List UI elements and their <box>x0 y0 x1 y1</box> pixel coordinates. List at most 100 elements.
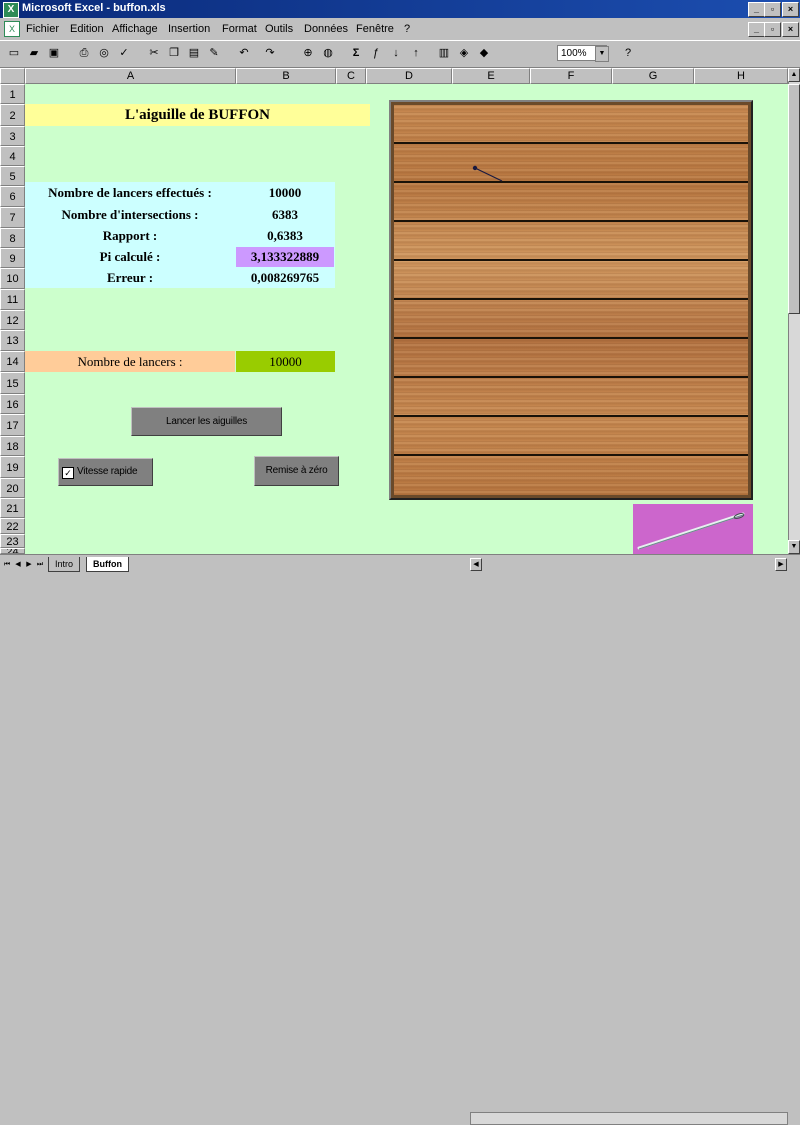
horizontal-scrollbar[interactable] <box>470 1112 788 1125</box>
row-header-16[interactable]: 16 <box>0 394 25 414</box>
launch-needles-button[interactable]: Lancer les aiguilles <box>131 407 282 436</box>
column-header-c[interactable]: C <box>336 68 366 84</box>
column-header-g[interactable]: G <box>612 68 694 84</box>
format-painter-icon[interactable]: ✎ <box>206 45 222 61</box>
scroll-down-icon[interactable]: ▼ <box>788 540 800 554</box>
stat-value-throws[interactable]: 10000 <box>235 185 335 201</box>
row-header-12[interactable]: 12 <box>0 310 25 330</box>
next-sheet-icon[interactable]: ▶ <box>24 559 34 571</box>
map-icon[interactable]: ◈ <box>456 45 472 61</box>
print-icon[interactable]: ⎙ <box>76 45 92 61</box>
tab-intro[interactable]: Intro <box>48 557 81 572</box>
scroll-left-icon[interactable]: ◀ <box>470 558 482 571</box>
column-header-e[interactable]: E <box>452 68 530 84</box>
row-header-15[interactable]: 15 <box>0 372 25 394</box>
vertical-scroll-thumb[interactable] <box>788 84 800 314</box>
row-header-11[interactable]: 11 <box>0 289 25 310</box>
doc-restore-button[interactable]: ▫ <box>764 22 781 37</box>
minimize-button[interactable]: _ <box>748 2 765 17</box>
save-icon[interactable]: ▣ <box>46 45 62 61</box>
print-preview-icon[interactable]: ◎ <box>96 45 112 61</box>
select-all-corner[interactable] <box>0 68 25 84</box>
row-header-8[interactable]: 8 <box>0 228 25 248</box>
row-header-23[interactable]: 23 <box>0 534 25 548</box>
column-header-h[interactable]: H <box>694 68 788 84</box>
column-header-d[interactable]: D <box>366 68 452 84</box>
scroll-right-icon[interactable]: ▶ <box>775 558 787 571</box>
row-header-7[interactable]: 7 <box>0 207 25 228</box>
reset-button[interactable]: Remise à zéro <box>254 456 339 486</box>
stat-label-error: Erreur : <box>106 270 154 285</box>
menu-insertion[interactable]: Insertion <box>168 23 210 35</box>
column-header-b[interactable]: B <box>236 68 336 84</box>
excel-window: X Microsoft Excel - buffon.xls _ ▫ × X F… <box>0 0 800 1125</box>
drawing-icon[interactable]: ◆ <box>476 45 492 61</box>
stat-value-error[interactable]: 0,008269765 <box>235 270 335 286</box>
row-header-6[interactable]: 6 <box>0 186 25 207</box>
checkbox-check-icon[interactable]: ✓ <box>62 467 74 479</box>
row-header-10[interactable]: 10 <box>0 268 25 289</box>
chart-wizard-icon[interactable]: ▥ <box>436 45 452 61</box>
row-header-19[interactable]: 19 <box>0 456 25 478</box>
hyperlink-icon[interactable]: ⊕ <box>300 45 316 61</box>
stat-label-ratio: Rapport : <box>102 228 158 243</box>
menu-affichage[interactable]: Affichage <box>112 23 158 35</box>
paste-icon[interactable]: ▤ <box>186 45 202 61</box>
open-icon[interactable]: ▰ <box>26 45 42 61</box>
tab-buffon[interactable]: Buffon <box>86 557 129 572</box>
menu-donnees[interactable]: Données <box>304 23 348 35</box>
close-button[interactable]: × <box>782 2 799 17</box>
menu-edition[interactable]: Edition <box>70 23 104 35</box>
help-icon[interactable]: ? <box>620 45 636 61</box>
document-icon[interactable]: X <box>4 21 20 37</box>
stat-value-ratio[interactable]: 0,6383 <box>235 228 335 244</box>
autosum-icon[interactable]: Σ <box>348 45 364 61</box>
chevron-down-icon[interactable]: ▼ <box>595 46 609 62</box>
throws-input-cell[interactable]: 10000 <box>236 351 335 372</box>
row-header-4[interactable]: 4 <box>0 146 25 166</box>
maximize-button[interactable]: ▫ <box>764 2 781 17</box>
sheet-tab-bar: ⏮ ◀ ▶ ⏭ Intro Buffon ◀ ▶ <box>0 554 800 1125</box>
last-sheet-icon[interactable]: ⏭ <box>35 559 45 571</box>
first-sheet-icon[interactable]: ⏮ <box>2 559 12 571</box>
redo-icon[interactable]: ↷ <box>262 45 278 61</box>
row-header-21[interactable]: 21 <box>0 498 25 518</box>
spelling-icon[interactable]: ✓ <box>116 45 132 61</box>
worksheet-grid[interactable]: L'aiguille de BUFFON Nombre de lancers e… <box>25 84 788 554</box>
sort-ascending-icon[interactable]: ↓ <box>388 45 404 61</box>
row-header-9[interactable]: 9 <box>0 248 25 268</box>
menu-outils[interactable]: Outils <box>265 23 293 35</box>
stat-value-pi[interactable]: 3,133322889 <box>235 249 335 265</box>
stat-value-intersections[interactable]: 6383 <box>235 207 335 223</box>
new-icon[interactable]: ▭ <box>6 45 22 61</box>
doc-minimize-button[interactable]: _ <box>748 22 765 37</box>
doc-close-button[interactable]: × <box>782 22 799 37</box>
prev-sheet-icon[interactable]: ◀ <box>13 559 23 571</box>
row-header-17[interactable]: 17 <box>0 414 25 436</box>
column-header-a[interactable]: A <box>25 68 236 84</box>
menu-help[interactable]: ? <box>404 23 410 35</box>
needle-board <box>389 100 753 500</box>
scroll-up-icon[interactable]: ▲ <box>788 68 800 82</box>
excel-icon[interactable]: X <box>3 2 19 18</box>
row-header-3[interactable]: 3 <box>0 126 25 146</box>
menu-fenetre[interactable]: Fenêtre <box>356 23 394 35</box>
row-header-5[interactable]: 5 <box>0 166 25 186</box>
row-header-14[interactable]: 14 <box>0 351 25 372</box>
function-icon[interactable]: ƒ <box>368 45 384 61</box>
row-header-2[interactable]: 2 <box>0 104 25 126</box>
row-header-13[interactable]: 13 <box>0 330 25 351</box>
row-header-20[interactable]: 20 <box>0 478 25 498</box>
sort-descending-icon[interactable]: ↑ <box>408 45 424 61</box>
web-toolbar-icon[interactable]: ◍ <box>320 45 336 61</box>
menu-fichier[interactable]: Fichier <box>26 23 59 35</box>
row-header-18[interactable]: 18 <box>0 436 25 456</box>
column-header-f[interactable]: F <box>530 68 612 84</box>
fast-speed-checkbox[interactable]: ✓ Vitesse rapide <box>58 458 153 486</box>
menu-format[interactable]: Format <box>222 23 257 35</box>
undo-icon[interactable]: ↶ <box>236 45 252 61</box>
row-header-1[interactable]: 1 <box>0 84 25 104</box>
cut-icon[interactable]: ✂ <box>146 45 162 61</box>
copy-icon[interactable]: ❐ <box>166 45 182 61</box>
row-header-22[interactable]: 22 <box>0 518 25 534</box>
